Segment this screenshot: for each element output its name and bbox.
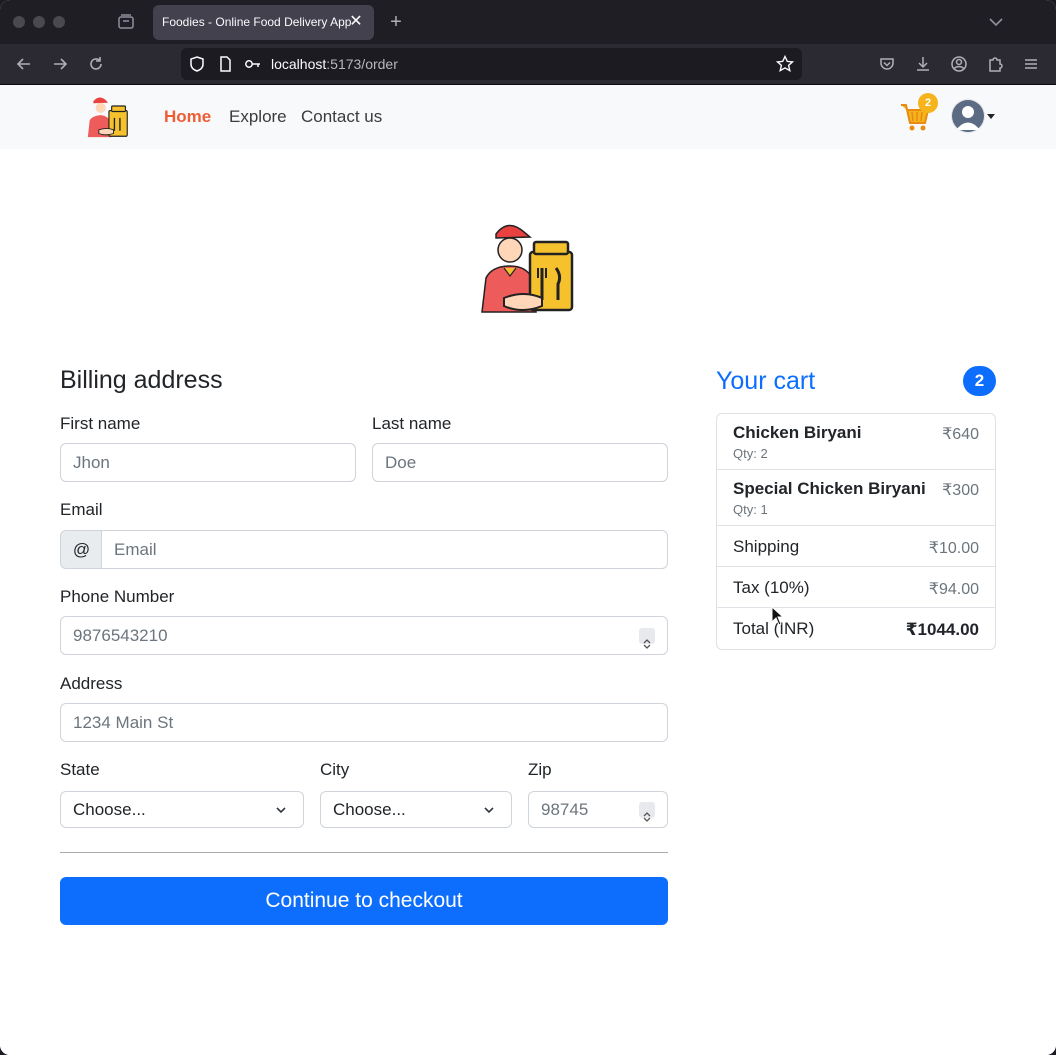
minimize-window-dot[interactable] [33, 16, 45, 28]
tab-close-icon[interactable]: ✕ [346, 12, 366, 32]
page-info-icon[interactable] [215, 54, 235, 74]
pocket-icon[interactable] [877, 54, 897, 74]
last-name-label: Last name [372, 414, 452, 433]
bookmark-star-icon[interactable] [775, 54, 795, 74]
menu-hamburger-icon[interactable] [1021, 54, 1041, 74]
phone-label: Phone Number [60, 587, 175, 606]
phone-spinner-icon[interactable] [639, 628, 655, 649]
key-icon[interactable] [243, 54, 263, 74]
url-host: localhost [271, 56, 327, 72]
user-avatar-icon [952, 100, 984, 132]
foodies-logo-icon[interactable] [84, 95, 132, 139]
city-select[interactable]: Choose... [320, 791, 512, 828]
chevron-down-icon [276, 807, 286, 814]
last-name-input[interactable]: Doe [372, 443, 668, 482]
browser-window: Foodies - Online Food Delivery App ✕ + l… [0, 0, 1056, 1055]
tax-value: ₹94.00 [928, 581, 979, 598]
form-divider [60, 852, 668, 853]
reload-icon[interactable] [86, 54, 106, 74]
zip-placeholder: 98745 [541, 800, 589, 819]
tax-label: Tax (10%) [733, 578, 810, 597]
zip-spinner-icon[interactable] [639, 802, 655, 822]
cart-item-price: ₹300 [942, 482, 979, 499]
state-label: State [60, 760, 100, 779]
page-content: Home Explore Contact us 2 Billing addres… [0, 85, 1056, 1055]
phone-input[interactable]: 9876543210 [60, 616, 668, 655]
tab-title: Foodies - Online Food Delivery App [162, 15, 352, 29]
cart-item-qty: Qty: 2 [733, 446, 768, 461]
address-label: Address [60, 674, 123, 693]
user-avatar[interactable] [951, 99, 985, 133]
extensions-icon[interactable] [985, 54, 1005, 74]
first-name-label: First name [60, 414, 141, 433]
zip-input[interactable]: 98745 [528, 791, 668, 828]
continue-to-checkout-button[interactable]: Continue to checkout [60, 877, 668, 925]
email-input[interactable]: Email [101, 530, 668, 569]
cart-summary-list: Chicken Biryani Qty: 2 ₹640 Special Chic… [716, 413, 996, 650]
url-path: :5173/order [326, 56, 398, 72]
cart-heading: Your cart [716, 367, 816, 395]
cart-count-pill: 2 [963, 366, 996, 396]
tax-row: Tax (10%) ₹94.00 [717, 567, 995, 608]
browser-tab-bar: Foodies - Online Food Delivery App ✕ + [0, 0, 1056, 44]
state-select-value: Choose... [73, 800, 146, 819]
forward-icon[interactable] [50, 54, 70, 74]
city-select-value: Choose... [333, 800, 406, 819]
cart-item: Chicken Biryani Qty: 2 ₹640 [717, 414, 995, 470]
email-at-addon: @ [60, 530, 102, 569]
nav-link-explore[interactable]: Explore [229, 107, 287, 127]
zip-label: Zip [528, 760, 552, 779]
site-navbar: Home Explore Contact us 2 [0, 85, 1056, 149]
phone-placeholder: 9876543210 [73, 626, 168, 645]
cart-count-badge: 2 [918, 93, 938, 113]
shipping-value: ₹10.00 [928, 540, 979, 557]
total-row: Total (INR) ₹1044.00 [717, 608, 995, 649]
cart-item: Special Chicken Biryani Qty: 1 ₹300 [717, 470, 995, 526]
foodies-hero-logo-icon [481, 224, 574, 313]
city-label: City [320, 760, 350, 779]
nav-link-home[interactable]: Home [164, 107, 211, 127]
address-input[interactable]: 1234 Main St [60, 703, 668, 742]
cart-item-name: Special Chicken Biryani [733, 479, 926, 498]
url-text[interactable]: localhost:5173/order [271, 56, 398, 72]
state-select[interactable]: Choose... [60, 791, 304, 828]
new-tab-icon[interactable]: + [386, 12, 406, 32]
nav-link-contact[interactable]: Contact us [301, 107, 382, 127]
billing-heading: Billing address [60, 366, 223, 394]
list-all-tabs-icon[interactable] [986, 12, 1006, 32]
total-value: ₹1044.00 [905, 620, 979, 639]
zoom-window-dot[interactable] [53, 16, 65, 28]
email-label: Email [60, 500, 103, 519]
downloads-icon[interactable] [913, 54, 933, 74]
user-menu-caret-icon[interactable] [987, 114, 995, 119]
close-window-dot[interactable] [13, 16, 25, 28]
firefox-view-icon[interactable] [116, 12, 136, 32]
chevron-down-icon [484, 807, 494, 814]
cart-item-qty: Qty: 1 [733, 502, 768, 517]
url-bar[interactable]: localhost:5173/order [181, 48, 802, 80]
first-name-input[interactable]: Jhon [60, 443, 356, 482]
cart-item-name: Chicken Biryani [733, 423, 862, 442]
browser-toolbar: localhost:5173/order [0, 44, 1056, 85]
shipping-label: Shipping [733, 537, 800, 556]
tracking-protection-shield-icon[interactable] [187, 54, 207, 74]
cart-item-price: ₹640 [942, 426, 979, 443]
browser-tab-active[interactable]: Foodies - Online Food Delivery App ✕ [153, 5, 374, 40]
account-icon[interactable] [949, 54, 969, 74]
mouse-cursor-icon [771, 606, 785, 626]
back-icon[interactable] [14, 54, 34, 74]
shipping-row: Shipping ₹10.00 [717, 526, 995, 567]
